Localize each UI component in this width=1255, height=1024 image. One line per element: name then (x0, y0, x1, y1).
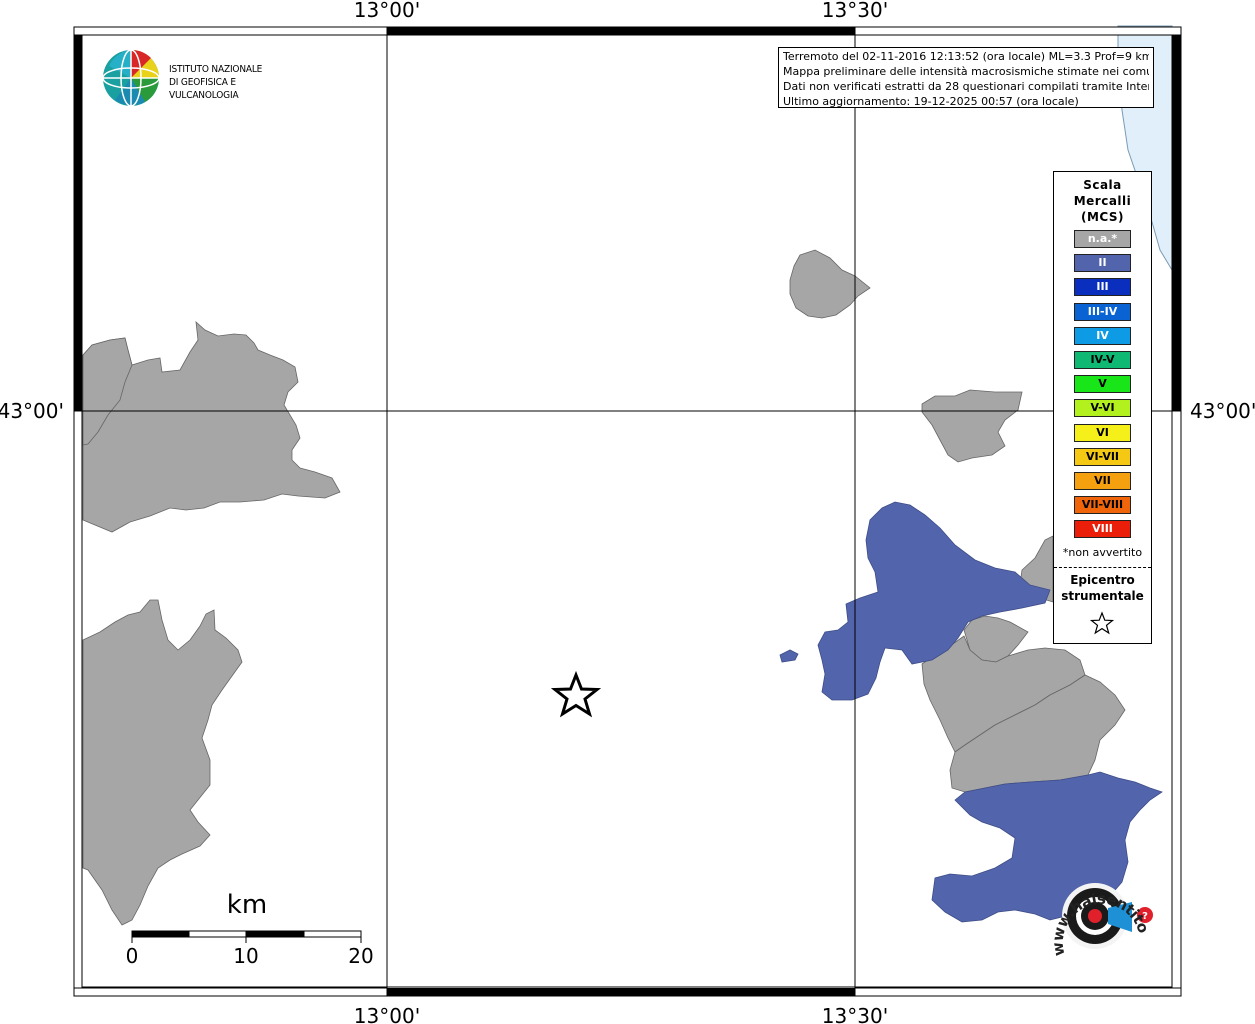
haisentito-logo: ? www.haisentitoilterremoto.it (1030, 860, 1160, 985)
legend-swatch: VI-VII (1074, 447, 1131, 466)
legend-swatch: V-VI (1074, 399, 1131, 418)
event-info-line: Ultimo aggiornamento: 19-12-2025 00:57 (… (783, 95, 1079, 108)
border-bar (74, 35, 82, 411)
legend-star-icon (1089, 611, 1115, 635)
border-bar (73, 26, 388, 36)
epicenter-star-icon (550, 670, 602, 718)
map-frame (81, 34, 1173, 988)
border-bar (73, 410, 83, 989)
legend-swatch: II (1074, 254, 1131, 273)
globe-icon (102, 49, 160, 107)
border-bar (1172, 35, 1181, 411)
legend-epicenter-line: strumentale (1061, 589, 1144, 603)
scalebar-segment (131, 930, 190, 938)
legend-swatch: IV (1074, 326, 1131, 345)
legend-swatch: VII (1074, 472, 1131, 490)
border-bar (1171, 410, 1182, 989)
lon-label-bottom-right: 13°30' (822, 1004, 888, 1024)
logo-line: DI GEOFISICA E VULCANOLOGIA (169, 77, 239, 101)
lon-label-bottom-left: 13°00' (354, 1004, 420, 1024)
municipality-na (789, 249, 871, 319)
ingv-logo-text: ISTITUTO NAZIONALE DI GEOFISICA E VULCAN… (169, 63, 306, 102)
municipality-na (82, 599, 243, 926)
event-info-box: Terremoto del 02-11-2016 12:13:52 (ora l… (778, 47, 1154, 108)
legend-swatch: VII-VIII (1074, 496, 1131, 515)
lon-label-top-right: 13°30' (822, 0, 888, 22)
scalebar-segment (303, 930, 362, 938)
event-info-line: Dati non verificati estratti da 28 quest… (783, 80, 1149, 93)
legend-swatch: III-IV (1074, 302, 1131, 321)
haisentito-logo-graphic: ? www.haisentitoilterremoto.it (1030, 860, 1153, 957)
scalebar-unit: km (227, 890, 267, 920)
legend-note: *non avvertito (1062, 546, 1143, 559)
legend-swatch: VIII (1074, 520, 1131, 539)
scalebar-tick-label: 20 (348, 944, 373, 968)
lat-label-left: 43°00' (0, 399, 64, 423)
event-info-line: Terremoto del 02-11-2016 12:13:52 (ora l… (783, 50, 1149, 63)
legend-swatch: VI (1074, 423, 1131, 442)
scalebar-segment (188, 930, 247, 938)
legend-title-line: Mercalli (1073, 194, 1132, 208)
legend-title: Scala Mercalli (MCS) (1054, 177, 1151, 225)
municipality-intensity-II (779, 649, 799, 663)
municipality-na (921, 389, 1023, 463)
legend-epicenter-label: Epicentro strumentale (1054, 572, 1151, 604)
border-bar (854, 987, 1182, 997)
legend-swatch: IV-V (1074, 351, 1131, 369)
legend-swatch: V (1074, 375, 1131, 394)
event-info-line: Mappa preliminare delle intensità macros… (783, 65, 1149, 78)
border-bar (387, 27, 855, 35)
border-bar (854, 26, 1182, 36)
logo-line: ISTITUTO NAZIONALE (169, 64, 263, 75)
scalebar-tick-label: 10 (233, 944, 258, 968)
legend-swatch: III (1074, 278, 1131, 297)
intensity-legend: Scala Mercalli (MCS) n.a.* II III III-IV IV I… (1053, 171, 1152, 644)
scalebar-segment (245, 930, 305, 938)
lat-label-right: 43°00' (1190, 399, 1255, 423)
legend-divider (1054, 567, 1151, 568)
ingv-logo: ISTITUTO NAZIONALE DI GEOFISICA E VULCAN… (101, 48, 321, 110)
border-bar (73, 987, 388, 997)
legend-title-line: Scala (1083, 178, 1122, 192)
border-bar (387, 988, 855, 996)
legend-title-line: (MCS) (1080, 210, 1125, 224)
legend-swatch: n.a.* (1074, 230, 1131, 248)
scalebar-tick-label: 0 (126, 944, 139, 968)
lon-label-top-left: 13°00' (354, 0, 420, 22)
legend-epicenter-line: Epicentro (1070, 573, 1135, 587)
